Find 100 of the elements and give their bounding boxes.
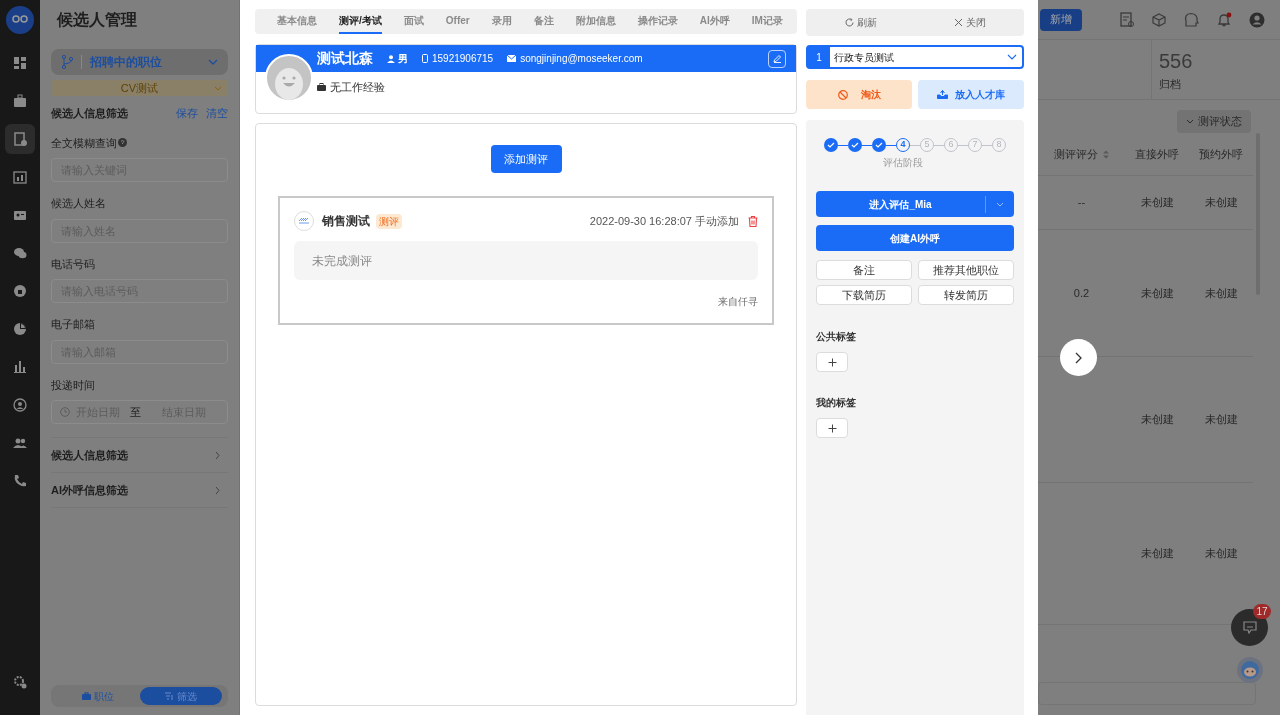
table-cell-text: 未创建: [1204, 412, 1238, 428]
table-cell-text: 未创建: [1140, 195, 1174, 211]
job-select[interactable]: 1 行政专员测试: [806, 45, 1024, 69]
tab[interactable]: AI外呼: [699, 9, 730, 34]
field-label: 候选人姓名: [51, 196, 106, 211]
tab[interactable]: 备注: [533, 9, 554, 34]
check-icon: [827, 142, 835, 148]
chevron-down-icon: [208, 59, 218, 65]
next-button[interactable]: [1060, 339, 1097, 376]
plus-icon: [827, 423, 837, 433]
tab[interactable]: 录用: [491, 9, 512, 34]
people-icon: [13, 436, 27, 450]
add-assessment-button[interactable]: 添加测评: [490, 145, 562, 173]
collapse-section[interactable]: 候选人信息筛选: [51, 438, 228, 473]
check-icon: [851, 142, 859, 148]
tag-group-title: 我的标签: [816, 396, 857, 410]
column-header: 直接外呼: [1134, 146, 1180, 162]
table-cell-text: --: [1077, 195, 1086, 211]
page-title: 候选人管理: [55, 10, 138, 30]
branch-icon: [61, 55, 73, 69]
source-text: 来自仟寻: [718, 295, 758, 309]
add-tag-button[interactable]: [816, 418, 848, 438]
settings-icon: [13, 675, 27, 689]
id-card-icon: [13, 208, 27, 222]
tab[interactable]: 操作记录: [637, 9, 678, 34]
action-button[interactable]: 备注: [816, 260, 912, 280]
column-header: 预约外呼: [1198, 146, 1244, 162]
briefcase-icon: [13, 94, 27, 108]
action-button[interactable]: 转发简历: [918, 285, 1014, 305]
refresh-button[interactable]: 刷新: [806, 9, 915, 36]
chevron-right-icon: [1075, 351, 1082, 364]
filter-link[interactable]: 清空: [206, 105, 228, 122]
tab[interactable]: 附加信息: [575, 9, 616, 34]
person-circle-icon: [13, 398, 27, 412]
tab[interactable]: Offer: [445, 9, 470, 34]
reject-button[interactable]: 淘汰: [806, 80, 912, 109]
ai-head-icon: [1183, 11, 1199, 28]
field-label: 电话号码: [51, 256, 95, 272]
bar-chart-icon: [13, 360, 27, 374]
collapse-section[interactable]: AI外呼信息筛选: [51, 473, 228, 508]
nav-item[interactable]: [4, 4, 36, 36]
ai-call-button[interactable]: 创建AI外呼: [816, 225, 1014, 251]
experience-text: 无工作经验: [330, 80, 385, 95]
add-button[interactable]: 新增: [1040, 8, 1082, 31]
chat-bubbles-icon: [13, 246, 27, 260]
action-button[interactable]: 下载简历: [816, 285, 912, 305]
stat-value: 556: [1159, 50, 1193, 72]
sub-select[interactable]: CV测试: [51, 80, 228, 96]
filter-icon: [164, 692, 174, 700]
briefcase-icon: [82, 692, 92, 700]
action-button[interactable]: 推荐其他职位: [918, 260, 1014, 280]
assessment-time: 2022-09-30 16:28:07 手动添加: [589, 213, 739, 229]
table-cell-text: 未创建: [1204, 195, 1238, 211]
plus-icon: [827, 357, 837, 367]
step-label: 评估阶段: [883, 156, 923, 170]
filter-button[interactable]: 测评状态: [1177, 110, 1251, 133]
add-tag-button[interactable]: [816, 352, 848, 372]
table-cell-text: 未创建: [1204, 546, 1238, 562]
chevron-down-icon: [1007, 54, 1017, 60]
table-cell-text: 0.2: [1073, 285, 1090, 301]
person-icon: [387, 54, 395, 63]
mail-icon: [507, 55, 517, 62]
chevron-right-icon: [215, 485, 220, 495]
check-icon: [875, 142, 883, 148]
talent-pool-button[interactable]: 放入人才库: [918, 80, 1024, 109]
candidate-name: 测试北森: [317, 49, 373, 68]
document-icon: [13, 132, 27, 146]
advance-button[interactable]: 进入评估_Mia: [816, 191, 1014, 217]
trash-icon: [748, 215, 758, 227]
account-icon: [1249, 11, 1265, 28]
tag-group-title: 公共标签: [816, 330, 857, 344]
table-cell-text: 未创建: [1140, 412, 1174, 428]
table-cell-text: 未创建: [1140, 546, 1174, 562]
chevron-right-icon: [215, 450, 220, 460]
chevron-down-icon: [1186, 119, 1194, 124]
bottom-tab[interactable]: 筛选: [139, 687, 222, 705]
close-button[interactable]: 关闭: [915, 9, 1024, 36]
close-icon: [953, 18, 963, 27]
tab[interactable]: 面试: [403, 9, 424, 34]
prohibited-icon: [837, 89, 848, 100]
filter-link[interactable]: 保存: [176, 105, 198, 122]
tab[interactable]: IM记录: [751, 9, 783, 34]
tab[interactable]: 测评/考试: [339, 9, 382, 34]
pie-chart-icon: [13, 322, 27, 336]
assessment-title: 销售测试: [322, 213, 370, 230]
dashboard-icon: [13, 56, 27, 70]
cube-icon: [1152, 12, 1166, 27]
nav-item[interactable]: [5, 124, 35, 154]
stat-label: 归档: [1159, 77, 1182, 92]
table-cell-text: 未创建: [1140, 285, 1174, 301]
robot-icon: [1237, 657, 1263, 683]
assessment-tag: 测评: [376, 213, 402, 229]
column-header[interactable]: 测评评分: [1038, 145, 1125, 163]
edit-button[interactable]: [768, 49, 786, 68]
assessment-status: 未完成测评: [294, 241, 758, 280]
field-label: 投递时间: [51, 377, 96, 393]
chat-button[interactable]: [1231, 609, 1268, 646]
assessment-logo-icon: [294, 211, 314, 231]
tab[interactable]: 基本信息: [277, 9, 317, 34]
chat-icon: [1242, 621, 1257, 634]
